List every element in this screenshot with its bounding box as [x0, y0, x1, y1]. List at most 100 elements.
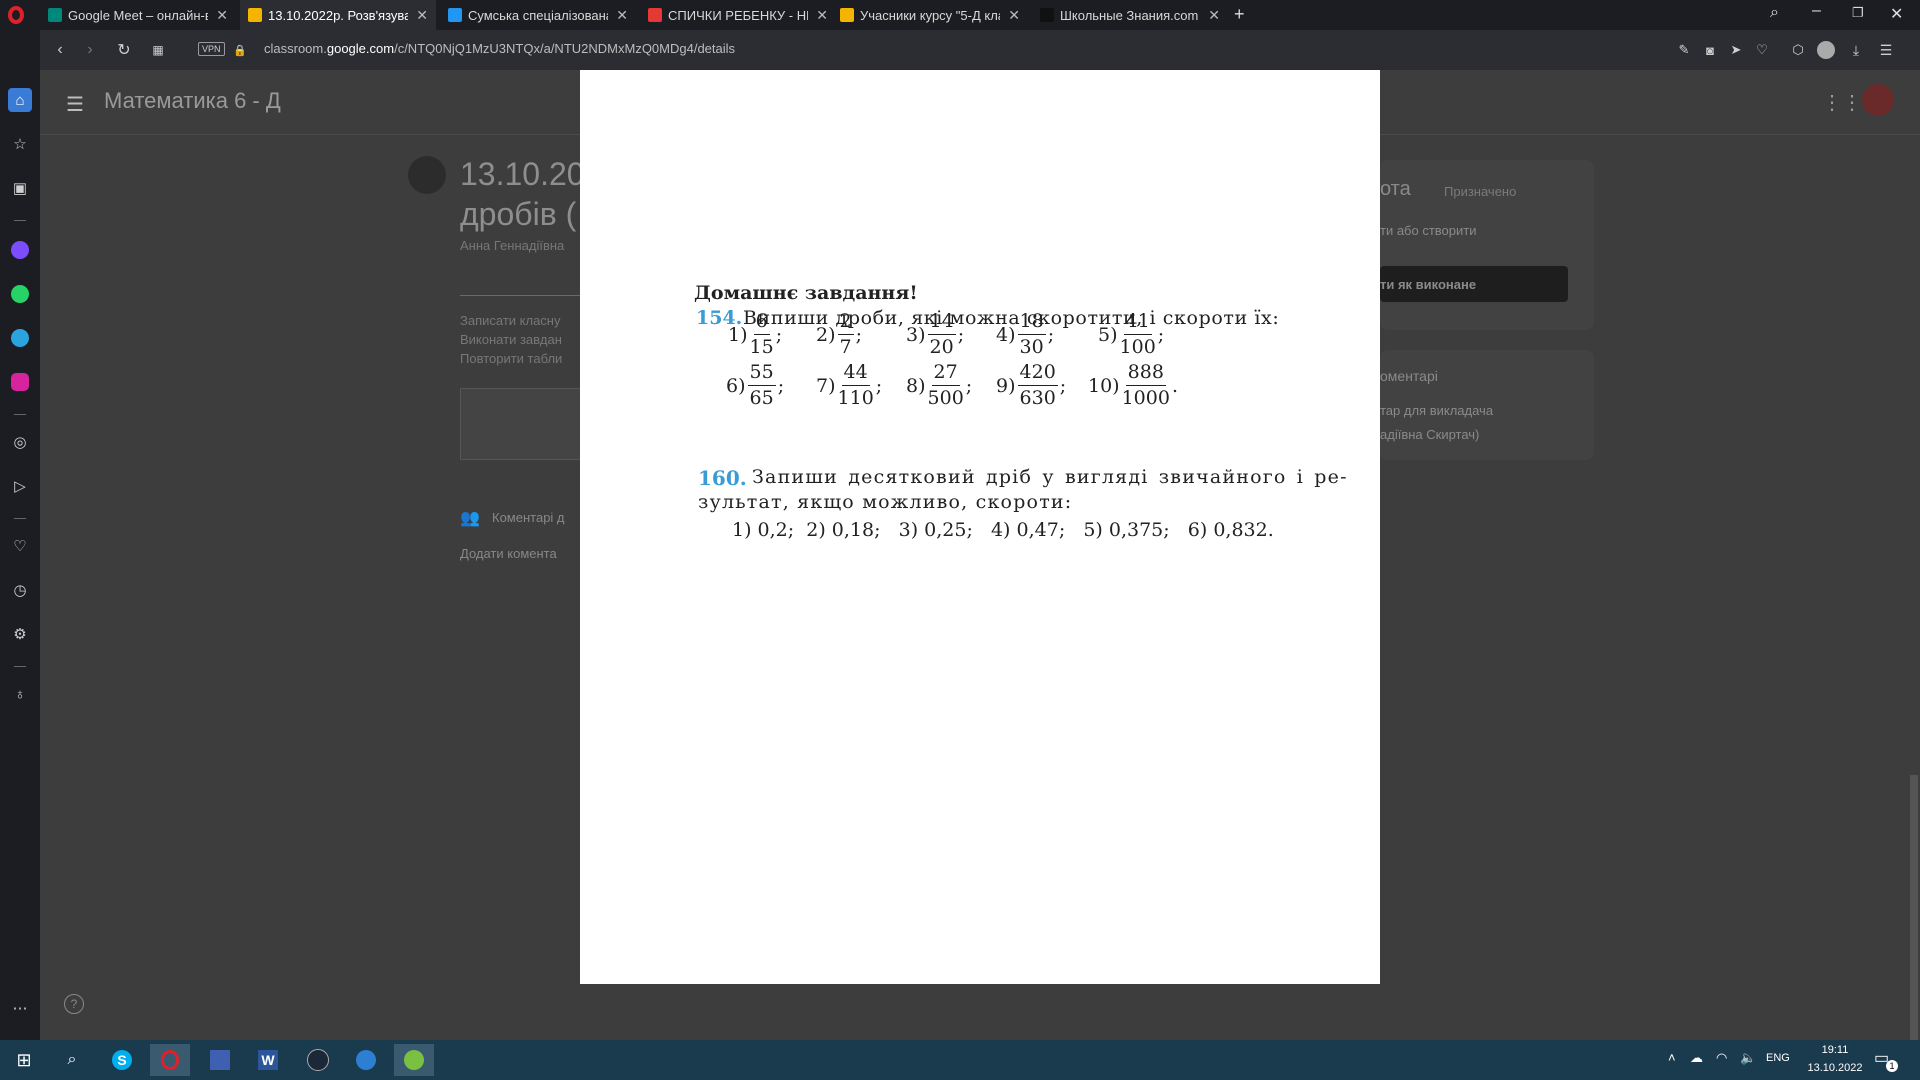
send-icon[interactable]: ➤ [1726, 40, 1746, 60]
speed-dial-icon[interactable]: ☆ [8, 132, 32, 156]
clock-date[interactable]: 13.10.2022 [1800, 1062, 1870, 1074]
wallet-icon[interactable]: ▣ [8, 176, 32, 200]
close-tab-icon[interactable]: ✕ [616, 7, 628, 24]
new-tab-button[interactable]: + [1234, 4, 1245, 25]
fraction-separator: . [1171, 374, 1178, 397]
forward-icon[interactable]: › [80, 40, 100, 60]
download-icon[interactable]: ⤓ [1846, 40, 1866, 60]
tab-title: Google Meet – онлайн-від [68, 7, 209, 23]
attachment-thumbnail[interactable] [460, 388, 582, 460]
browser-tab[interactable]: СПИЧКИ РЕБЕНКУ - НЕ ИГ ✕ [640, 0, 836, 30]
fraction: 14 20 [927, 312, 956, 357]
close-tab-icon[interactable]: ✕ [216, 7, 228, 24]
close-tab-icon[interactable]: ✕ [416, 7, 428, 24]
tips-icon[interactable]: ♁ [8, 682, 32, 706]
player-icon[interactable]: ◎ [8, 430, 32, 454]
fraction-separator: ; [1059, 374, 1067, 397]
apps-grid-icon[interactable]: ⋮⋮ [1822, 90, 1862, 115]
url-path: /c/NTQ0NjQ1MzU3NTQx/a/NTU2NDMxMzQ0MDg4/d… [394, 41, 736, 56]
fraction: 27 500 [928, 363, 964, 408]
fraction-label: 2) [816, 323, 836, 346]
course-title[interactable]: Математика 6 - Д [104, 88, 281, 114]
telegram-icon[interactable] [8, 326, 32, 350]
browser-tab[interactable]: Google Meet – онлайн-від ✕ [40, 0, 236, 30]
add-class-comment[interactable]: Додати комента [460, 546, 557, 561]
clock-time[interactable]: 19:11 [1815, 1044, 1855, 1056]
search-tabs-icon[interactable]: ⌕ [1770, 4, 1779, 22]
menu-icon[interactable]: ☰ [66, 92, 84, 117]
denominator: 7 [839, 336, 852, 358]
whatsapp-icon[interactable] [8, 282, 32, 306]
network-icon[interactable]: ◠ [1716, 1050, 1727, 1066]
reload-icon[interactable]: ↻ [114, 40, 134, 60]
browser-tab[interactable]: Школьные Знания.com - Р ✕ [1032, 0, 1228, 30]
minimize-icon[interactable]: – [1812, 2, 1821, 20]
lock-icon[interactable]: 🔒 [230, 40, 250, 60]
close-tab-icon[interactable]: ✕ [1008, 7, 1020, 24]
private-comment-hint-1[interactable]: тар для викладача [1380, 403, 1493, 418]
snapshot-icon[interactable]: ◙ [1700, 40, 1720, 60]
fraction-label: 6) [726, 374, 746, 397]
opera-logo-icon[interactable] [8, 6, 24, 24]
fraction: 41 100 [1120, 312, 1156, 357]
settings-icon[interactable]: ⚙ [8, 622, 32, 646]
language-indicator[interactable]: ENG [1766, 1052, 1790, 1064]
desc-line-3: Повторити табли [460, 351, 563, 366]
close-window-icon[interactable]: ✕ [1890, 4, 1903, 24]
fraction: 888 1000 [1122, 363, 1170, 408]
app-icon[interactable] [346, 1044, 386, 1076]
comments-icon: 👥 [460, 510, 480, 527]
classroom-icon [248, 8, 262, 22]
restore-icon[interactable]: ❐ [1852, 5, 1864, 21]
back-icon[interactable]: ‹ [50, 40, 70, 60]
steam-icon[interactable] [298, 1044, 338, 1076]
help-icon[interactable]: ? [64, 994, 84, 1014]
onedrive-icon[interactable]: ☁ [1690, 1050, 1703, 1066]
browser-tab[interactable]: Сумська спеціалізована ш ✕ [440, 0, 636, 30]
word-icon[interactable]: W [248, 1044, 288, 1076]
assignment-title-line2: дробів ( [460, 196, 577, 232]
fraction: 55 65 [747, 363, 776, 408]
send-flow-icon[interactable]: ▷ [8, 474, 32, 498]
fraction-item: 7) 44 110; [816, 363, 882, 408]
cube-icon[interactable]: ⬡ [1788, 40, 1808, 60]
denominator: 100 [1119, 336, 1156, 358]
volume-icon[interactable]: 🔈 [1740, 1050, 1756, 1066]
fraction-item: 1) 6 15; [728, 312, 782, 357]
browser-tab[interactable]: Учасники курсу "5-Д клас ✕ [832, 0, 1028, 30]
close-tab-icon[interactable]: ✕ [816, 7, 828, 24]
avatar[interactable] [1862, 84, 1894, 116]
browser-tab[interactable]: 13.10.2022р. Розв'язуванн ✕ [240, 0, 436, 30]
profile-icon[interactable] [1816, 40, 1836, 60]
heart-icon[interactable]: ♡ [1752, 40, 1772, 60]
task-160-line2: зультат, якщо можливо, скороти: [698, 491, 1073, 513]
edit-icon[interactable]: ✎ [1674, 40, 1694, 60]
close-tab-icon[interactable]: ✕ [1208, 7, 1220, 24]
more-icon[interactable]: ⋯ [8, 996, 32, 1020]
instagram-icon[interactable] [8, 370, 32, 394]
calendar-app-icon[interactable] [200, 1044, 240, 1076]
messenger-icon[interactable] [8, 238, 32, 262]
numerator: 420 [1017, 363, 1058, 386]
url-field[interactable]: classroom.google.com/c/NTQ0NjQ1MzU3NTQx/… [264, 41, 735, 56]
bookmarks-heart-icon[interactable]: ♡ [8, 534, 32, 558]
numerator: 2 [837, 312, 854, 335]
opera-taskbar-icon[interactable] [150, 1044, 190, 1076]
tabs-grid-icon[interactable]: ▦ [148, 40, 168, 60]
fraction-label: 1) [728, 323, 748, 346]
tab-title: Школьные Знания.com - Р [1060, 7, 1200, 23]
start-icon[interactable]: ⊞ [4, 1044, 44, 1076]
site-icon [448, 8, 462, 22]
skype-icon[interactable]: S [102, 1044, 142, 1076]
fraction-separator: ; [965, 374, 973, 397]
search-icon[interactable]: ⌕ [52, 1044, 92, 1076]
tray-chevron-icon[interactable]: ˄ [1668, 1050, 1676, 1065]
add-or-create-button[interactable]: ти або створити [1380, 223, 1477, 238]
vpn-badge[interactable]: VPN [198, 42, 225, 56]
home-icon[interactable]: ⌂ [8, 88, 32, 112]
address-bar: ‹ › ↻ ▦ VPN 🔒 classroom.google.com/c/NTQ… [40, 30, 1920, 70]
torrent-icon[interactable] [394, 1044, 434, 1076]
page-scrollbar[interactable] [1910, 775, 1918, 1040]
easy-setup-icon[interactable]: ☰ [1876, 40, 1896, 60]
history-icon[interactable]: ◷ [8, 578, 32, 602]
